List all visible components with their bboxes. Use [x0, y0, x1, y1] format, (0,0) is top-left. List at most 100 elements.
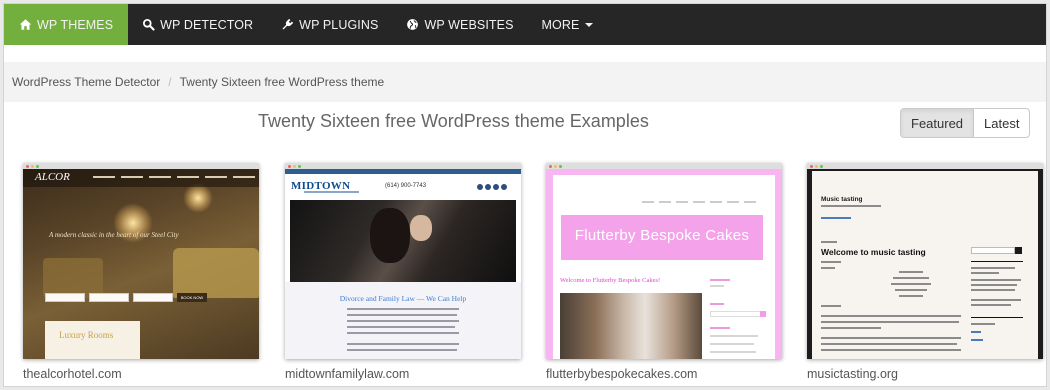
text-line — [347, 320, 459, 322]
text-line — [347, 314, 457, 316]
text-line — [899, 271, 923, 273]
photo-child — [410, 215, 432, 241]
music-search-field — [971, 247, 1015, 254]
text-line — [821, 321, 959, 323]
text-line — [821, 349, 961, 351]
site-screenshot[interactable]: Flutterby Bespoke Cakes Welcome to Flutt… — [546, 163, 782, 359]
theme-example-card[interactable]: ALCOR A modern classic in the heart of o… — [23, 163, 259, 381]
site-screenshot[interactable]: MIDTOWN (614) 900-7743 Divorce and Famil… — [285, 163, 521, 359]
social-icons — [477, 184, 507, 190]
sidebar-line — [710, 303, 724, 305]
nav-wp-detector[interactable]: WP DETECTOR — [128, 4, 267, 45]
lamp-glow — [183, 183, 213, 213]
breadcrumb-separator: / — [168, 75, 172, 89]
text-line — [347, 349, 457, 351]
text-line — [971, 272, 999, 274]
text-line — [971, 323, 995, 325]
hotel-logo: ALCOR — [35, 171, 70, 183]
text-line — [821, 305, 841, 307]
search-icon — [142, 18, 155, 31]
breadcrumb: WordPress Theme Detector / Twenty Sixtee… — [4, 62, 1046, 102]
caret-down-icon — [585, 23, 594, 27]
nav-wp-plugins[interactable]: WP PLUGINS — [267, 4, 392, 45]
midtown-top-strip — [285, 169, 521, 174]
text-line — [971, 267, 1015, 269]
photo-figure — [370, 208, 410, 263]
sofa-shape — [173, 248, 259, 298]
text-line — [971, 331, 981, 333]
text-line — [899, 295, 923, 297]
flutterby-nav — [642, 201, 756, 203]
text-line — [821, 315, 961, 317]
rooms-box — [45, 321, 140, 359]
sidebar-search-button — [760, 311, 766, 317]
nav-label: WP PLUGINS — [299, 17, 379, 32]
nav-label: WP WEBSITES — [424, 17, 514, 32]
chair-shape — [43, 258, 103, 298]
text-line — [821, 343, 957, 345]
midtown-phone: (614) 900-7743 — [385, 183, 427, 189]
site-domain-link[interactable]: midtownfamilylaw.com — [285, 367, 409, 381]
breadcrumb-link-home[interactable]: WordPress Theme Detector — [12, 75, 160, 89]
text-line — [971, 284, 1017, 286]
globe-icon — [406, 18, 419, 31]
sidebar-line — [710, 279, 730, 281]
nav-wp-websites[interactable]: WP WEBSITES — [392, 4, 527, 45]
text-line — [347, 326, 455, 328]
breadcrumb-current: Twenty Sixteen free WordPress theme — [179, 75, 385, 89]
sidebar-line — [710, 343, 754, 345]
theme-example-card[interactable]: MIDTOWN (614) 900-7743 Divorce and Famil… — [285, 163, 521, 381]
site-domain-link[interactable]: thealcorhotel.com — [23, 367, 122, 381]
music-site-title: Music tasting — [821, 196, 863, 203]
nav-more-dropdown[interactable]: MORE — [528, 4, 608, 45]
sidebar-divider — [971, 317, 1023, 318]
logo-subtitle-line — [304, 191, 359, 193]
nav-label: MORE — [541, 17, 580, 32]
toggle-latest-button[interactable]: Latest — [974, 109, 1029, 137]
site-domain-link[interactable]: flutterbybespokecakes.com — [546, 367, 697, 381]
page-frame: WP THEMES WP DETECTOR WP PLUGINS WP WEBS… — [3, 3, 1047, 387]
text-line — [821, 267, 835, 269]
theme-example-card[interactable]: Music tasting Welcome to music tasting m… — [807, 163, 1043, 381]
sidebar-line — [710, 351, 756, 353]
flutterby-photo — [560, 293, 702, 359]
flutterby-banner-text: Flutterby Bespoke Cakes — [574, 227, 750, 244]
sidebar-line — [710, 335, 758, 337]
midtown-section-title: Divorce and Family Law — We Can Help — [339, 294, 467, 303]
text-line — [891, 283, 931, 285]
sidebar-divider — [971, 261, 1023, 262]
text-line — [347, 332, 459, 334]
music-link — [821, 217, 851, 219]
text-line — [895, 289, 927, 291]
rooms-title: Luxury Rooms — [59, 330, 114, 340]
text-line — [971, 304, 1011, 306]
sort-toggle: Featured Latest — [900, 108, 1031, 138]
nav-wp-themes[interactable]: WP THEMES — [4, 4, 129, 45]
home-icon — [19, 18, 32, 31]
hotel-menu — [93, 176, 255, 178]
text-line — [347, 308, 459, 310]
book-now-button: BOOK NOW — [177, 293, 207, 302]
text-line — [347, 343, 459, 345]
toggle-featured-button[interactable]: Featured — [901, 109, 975, 137]
text-line — [971, 279, 1021, 281]
flutterby-welcome-heading: Welcome to Flutterby Bespoke Cakes! — [560, 277, 661, 284]
text-line — [821, 261, 841, 263]
sidebar-search-field — [710, 311, 762, 317]
text-line — [971, 339, 983, 341]
sidebar-line — [710, 285, 724, 287]
text-line — [821, 337, 961, 339]
site-domain-link[interactable]: musictasting.org — [807, 367, 898, 381]
text-line — [821, 205, 881, 207]
theme-example-card[interactable]: Flutterby Bespoke Cakes Welcome to Flutt… — [546, 163, 782, 381]
text-line — [821, 241, 837, 243]
page-title: Twenty Sixteen free WordPress theme Exam… — [258, 111, 649, 131]
music-search-button — [1015, 247, 1022, 254]
site-screenshot[interactable]: ALCOR A modern classic in the heart of o… — [23, 163, 259, 359]
nav-label: WP DETECTOR — [160, 17, 254, 32]
plug-icon — [281, 18, 294, 31]
site-screenshot[interactable]: Music tasting Welcome to music tasting — [807, 163, 1043, 359]
booking-form: BOOK NOW — [45, 293, 237, 305]
text-line — [971, 289, 1015, 291]
text-line — [821, 327, 881, 329]
